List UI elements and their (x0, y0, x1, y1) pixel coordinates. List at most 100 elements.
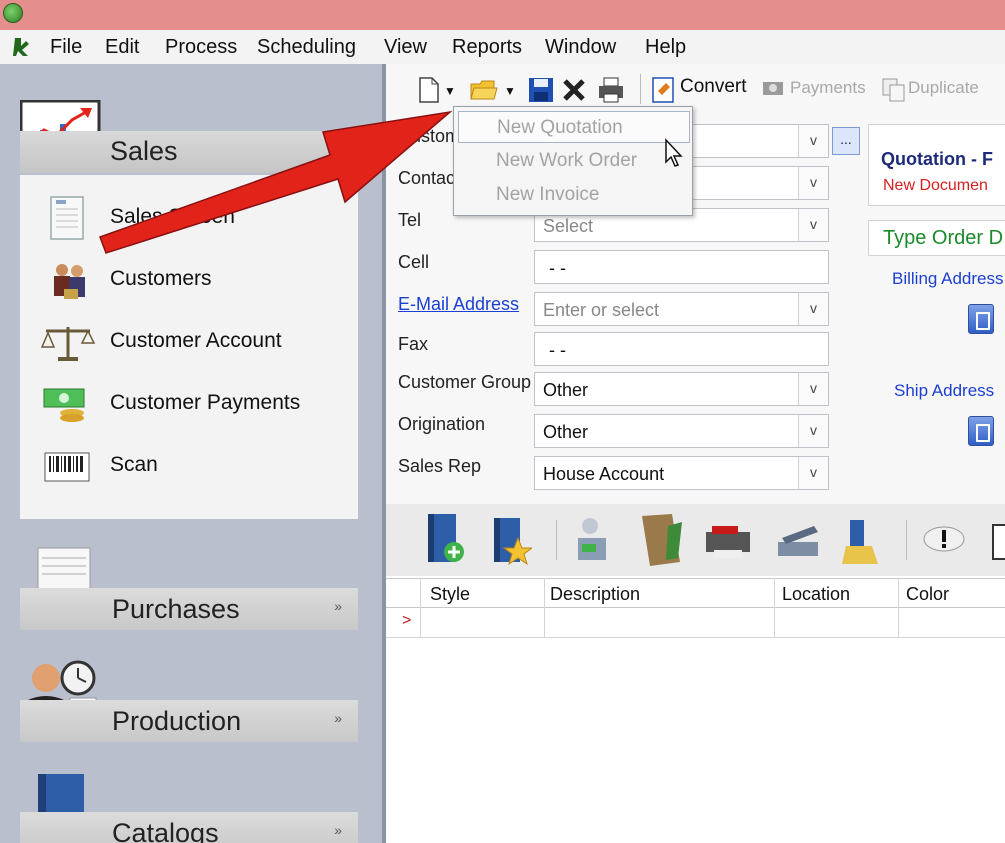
nav-item-customer-account[interactable]: Customer Account (20, 315, 358, 369)
ship-address-label: Ship Address (894, 381, 995, 400)
menu-scheduling[interactable]: Scheduling (257, 36, 356, 59)
email-placeholder: Enter or select (543, 300, 660, 320)
menu-help[interactable]: Help (645, 36, 686, 59)
new-document-icon[interactable] (418, 76, 440, 104)
toolbar-separator (906, 520, 907, 560)
title-bar (0, 0, 1005, 30)
chevron-down-icon: » (334, 822, 342, 838)
tel-label: Tel (398, 210, 422, 230)
chevron-down-icon[interactable]: v (798, 373, 828, 405)
chevron-down-icon[interactable]: v (798, 125, 828, 157)
cell-label: Cell (398, 252, 430, 272)
customer-group-select[interactable]: Other v (534, 372, 829, 406)
more-tools-icon[interactable] (992, 524, 1005, 560)
menu-item-new-quotation[interactable]: New Quotation (458, 111, 690, 143)
save-icon[interactable] (528, 77, 554, 103)
origination-value: Other (543, 422, 589, 442)
fax-field[interactable]: - - (534, 332, 829, 366)
sales-panel: Sales Screen Customers Customer Account … (20, 175, 358, 519)
nav-purchases-header[interactable]: Purchases » (20, 588, 358, 630)
customer-group-label: Customer Group (398, 372, 532, 392)
nav-sales-header[interactable]: Sales (20, 131, 358, 173)
line-items-toolbar (386, 504, 1005, 576)
cleaning-icon[interactable] (842, 514, 882, 566)
cell-value: - - (549, 258, 566, 278)
menu-file[interactable]: File (50, 36, 82, 59)
chevron-down-icon[interactable]: v (798, 167, 828, 199)
menu-reports[interactable]: Reports (452, 36, 522, 59)
payments-button[interactable]: Payments (790, 78, 866, 106)
nav-group-label: Catalogs (112, 818, 219, 843)
cell-field[interactable]: - - (534, 250, 829, 284)
barcode-icon (44, 452, 90, 482)
sales-rep-label: Sales Rep (398, 456, 482, 476)
open-folder-icon[interactable] (470, 78, 498, 102)
favorite-item-icon[interactable] (492, 516, 532, 566)
duplicate-icon (882, 78, 905, 102)
sales-rep-select[interactable]: House Account v (534, 456, 829, 490)
nav-item-scan[interactable]: Scan (20, 439, 358, 493)
menu-edit[interactable]: Edit (105, 36, 139, 59)
menu-view[interactable]: View (384, 36, 427, 59)
app-window: File Edit Process Scheduling View Report… (0, 0, 1005, 843)
contact-label: Contac (398, 168, 456, 188)
sign-board-icon[interactable] (638, 512, 684, 568)
chevron-down-icon[interactable]: v (798, 415, 828, 447)
column-header-color[interactable]: Color (906, 584, 949, 605)
billing-address-button[interactable] (968, 304, 994, 334)
menu-item-new-invoice[interactable]: New Invoice (454, 179, 692, 211)
chevron-down-icon[interactable]: v (798, 293, 828, 325)
type-order-field[interactable]: Type Order D (868, 220, 1005, 256)
sidebar: Sales Sales Screen Customers Customer Ac… (0, 64, 382, 843)
document-status: New Documen (883, 177, 988, 194)
add-item-icon[interactable] (426, 512, 466, 566)
menu-window[interactable]: Window (545, 36, 616, 59)
table-row[interactable]: > (386, 608, 1005, 638)
app-logo-icon (13, 38, 29, 56)
email-field[interactable]: Enter or select v (534, 292, 829, 326)
nav-item-customer-payments[interactable]: Customer Payments (20, 377, 358, 431)
delete-icon[interactable] (562, 78, 586, 102)
document-icon (50, 196, 84, 240)
app-icon (3, 3, 23, 23)
column-header-description[interactable]: Description (550, 584, 640, 605)
duplicate-button[interactable]: Duplicate (908, 78, 979, 106)
mouse-cursor-icon (665, 138, 683, 167)
menu-bar: File Edit Process Scheduling View Report… (0, 30, 1005, 64)
fax-value: - - (549, 340, 566, 360)
scales-icon (40, 327, 96, 361)
customer-browse-button[interactable]: ... (832, 127, 860, 155)
chevron-down-icon[interactable]: v (798, 209, 828, 241)
nav-item-sales-screen[interactable]: Sales Screen (20, 191, 358, 245)
convert-button[interactable]: Convert (680, 76, 747, 104)
payments-icon (763, 82, 783, 95)
alert-icon[interactable] (922, 524, 966, 554)
convert-icon (652, 77, 674, 103)
nav-production-header[interactable]: Production » (20, 700, 358, 742)
nav-sales-title: Sales (110, 136, 178, 166)
chevron-down-icon: » (334, 598, 342, 614)
menu-process[interactable]: Process (165, 36, 237, 59)
print-icon[interactable] (598, 77, 624, 103)
chevron-down-icon[interactable]: v (798, 457, 828, 489)
nav-catalogs-header[interactable]: Catalogs » (20, 812, 358, 843)
menu-item-new-work-order[interactable]: New Work Order (454, 145, 692, 177)
printer-machine-icon[interactable] (704, 522, 752, 562)
fax-label: Fax (398, 334, 429, 354)
heat-press-icon[interactable] (774, 518, 822, 564)
customers-icon (54, 264, 85, 299)
nav-item-customers[interactable]: Customers (20, 253, 358, 307)
origination-select[interactable]: Other v (534, 414, 829, 448)
nav-group-label: Purchases (112, 594, 240, 624)
ship-address-button[interactable] (968, 416, 994, 446)
column-header-location[interactable]: Location (782, 584, 850, 605)
new-document-menu: New Quotation New Work Order New Invoice (453, 106, 693, 216)
email-address-link[interactable]: E-Mail Address (398, 294, 519, 315)
chevron-down-icon: » (334, 710, 342, 726)
customer-label: Custom (398, 126, 461, 146)
embroidery-machine-icon[interactable] (572, 514, 612, 566)
nav-item-label: Customer Payments (110, 391, 301, 414)
column-header-style[interactable]: Style (430, 584, 470, 605)
tel-placeholder: Select (543, 216, 594, 236)
customer-group-value: Other (543, 380, 589, 400)
